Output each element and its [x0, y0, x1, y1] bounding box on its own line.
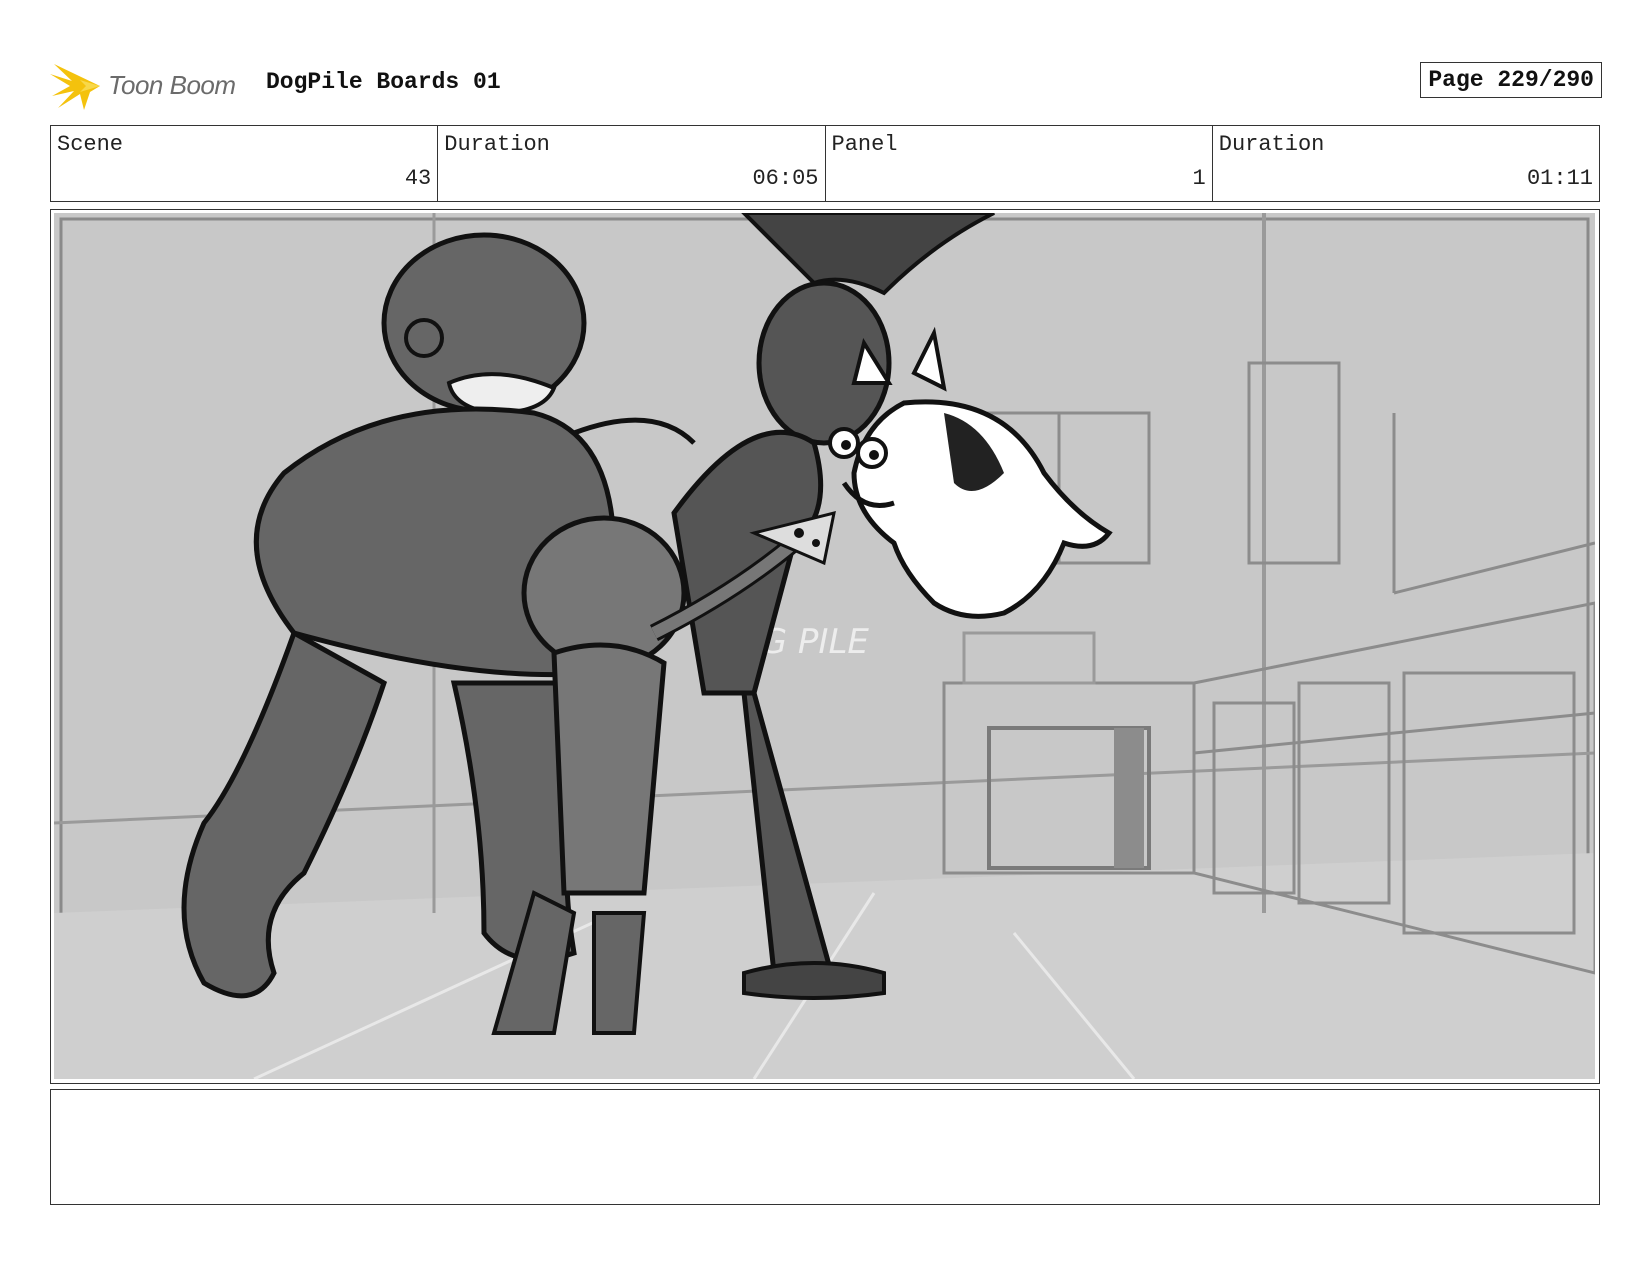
panel-cell: Panel 1 — [826, 126, 1213, 201]
panel-duration-label: Duration — [1218, 132, 1325, 157]
panel-notes-box — [50, 1089, 1600, 1205]
logo-wordmark: Toon Boom — [108, 70, 236, 100]
scene-value: 43 — [404, 166, 432, 191]
scene-duration-value: 06:05 — [752, 166, 819, 191]
panel-sketch: OG PILE — [54, 213, 1595, 1079]
document-title: DogPile Boards 01 — [266, 69, 501, 95]
panel-duration-value: 01:11 — [1526, 166, 1593, 191]
scene-info-table: Scene 43 Duration 06:05 Panel 1 Duration… — [50, 125, 1600, 202]
storyboard-panel: OG PILE — [50, 209, 1600, 1084]
scene-duration-cell: Duration 06:05 — [438, 126, 826, 201]
scene-label: Scene — [57, 132, 124, 157]
panel-value: 1 — [1192, 166, 1206, 191]
toon-boom-logo: Toon Boom — [50, 60, 250, 112]
starburst-icon — [50, 64, 100, 110]
scene-duration-label: Duration — [444, 132, 550, 157]
panel-duration-cell: Duration 01:11 — [1213, 126, 1599, 201]
scene-cell: Scene 43 — [51, 126, 439, 201]
storyboard-header: Toon Boom DogPile Boards 01 Page 229/290 — [50, 55, 1602, 115]
panel-label: Panel — [831, 132, 898, 157]
page-counter: Page 229/290 — [1420, 62, 1602, 98]
